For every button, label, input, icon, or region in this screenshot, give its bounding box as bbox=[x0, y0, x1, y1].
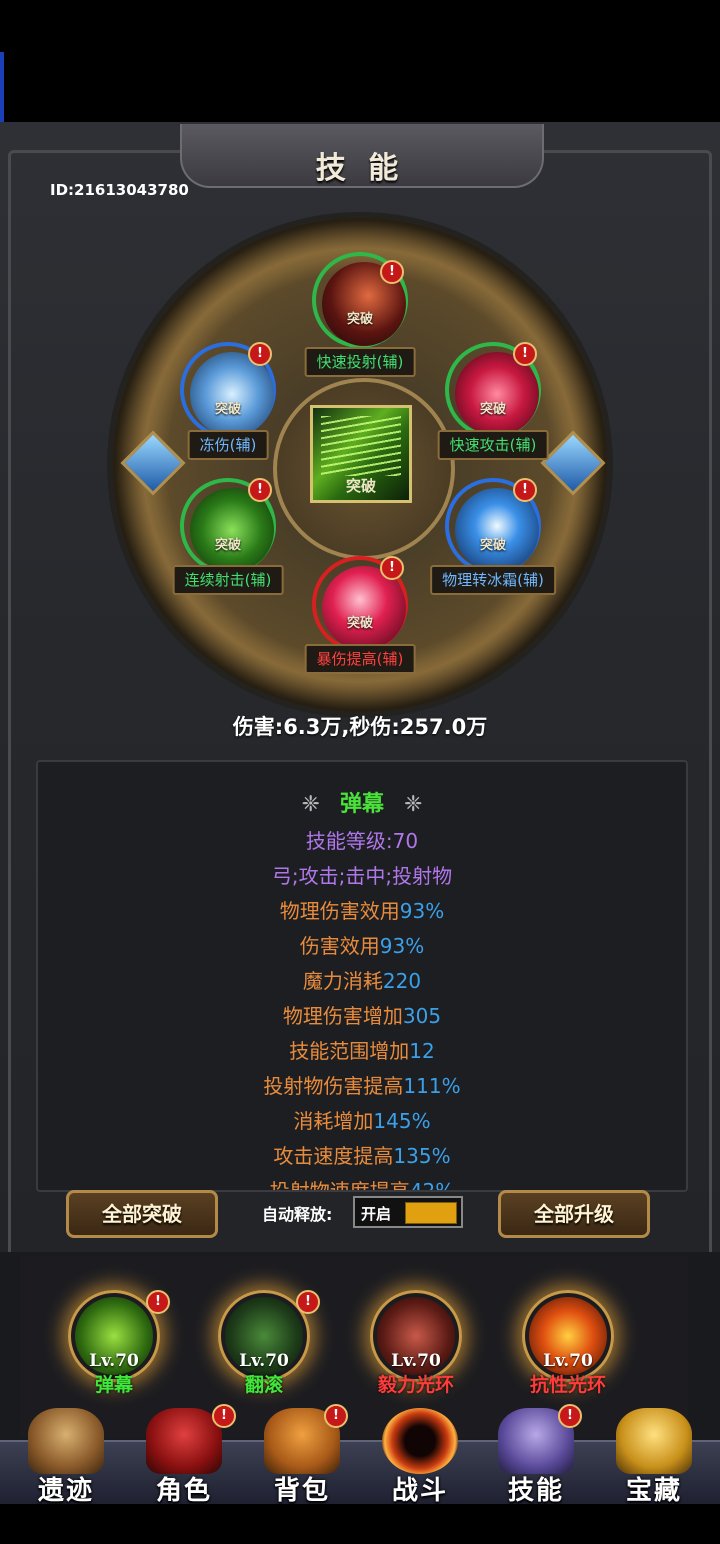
bottom-navigation: 遗迹 角色 ! 背包 ! 战斗 技能 ! 宝藏 bbox=[0, 1400, 720, 1506]
skill-tag: 突破 bbox=[346, 616, 373, 631]
stat-row: 魔力消耗220 bbox=[38, 964, 686, 999]
stat-value: 135% bbox=[393, 1144, 451, 1168]
auto-release-label: 自动释放: bbox=[262, 1205, 333, 1224]
stat-label: 消耗增加 bbox=[293, 1109, 374, 1133]
skill-label-crit-up: 暴伤提高(辅) bbox=[304, 644, 416, 674]
skill-detail-header: ❈ 弹幕 ❈ bbox=[38, 786, 686, 818]
skill-level-badge: Lv.70 bbox=[89, 1351, 139, 1371]
skill-tag: 突破 bbox=[214, 538, 241, 553]
nav-label: 宝藏 bbox=[625, 1476, 682, 1506]
screen-edge bbox=[0, 52, 4, 122]
skill-label-freeze: 冻伤(辅) bbox=[187, 430, 269, 460]
stat-row: 物理伤害增加305 bbox=[38, 999, 686, 1034]
skill-name: 弹幕 bbox=[339, 792, 384, 817]
skill-level-badge: Lv.70 bbox=[239, 1351, 289, 1371]
equipped-skill-name: 弹幕 bbox=[94, 1374, 133, 1396]
stat-label: 投射物速度提高 bbox=[269, 1179, 410, 1192]
skill-tag: 突破 bbox=[479, 538, 506, 553]
stat-row: 技能范围增加12 bbox=[38, 1034, 686, 1069]
stat-row: 消耗增加145% bbox=[38, 1104, 686, 1139]
character-icon bbox=[146, 1408, 222, 1474]
alert-icon: ! bbox=[248, 342, 272, 366]
equipped-skill-name: 翻滚 bbox=[244, 1374, 283, 1396]
nav-item-battle[interactable]: 战斗 bbox=[360, 1400, 480, 1506]
auto-release-state: 开启 bbox=[361, 1205, 392, 1223]
skill-tags: 弓;攻击;击中;投射物 bbox=[271, 864, 453, 888]
ornament-left-icon: ❈ bbox=[301, 792, 320, 817]
alert-icon: ! bbox=[513, 478, 537, 502]
stat-value: 42% bbox=[409, 1179, 455, 1192]
player-id: ID:21613043780 bbox=[50, 181, 189, 199]
alert-icon: ! bbox=[513, 342, 537, 366]
main-skill-tag: 突破 bbox=[345, 477, 376, 495]
stat-value: 145% bbox=[373, 1109, 431, 1133]
equipped-skill-determination-aura[interactable]: Lv.70 bbox=[370, 1290, 462, 1382]
alert-icon: ! bbox=[212, 1404, 236, 1428]
nav-label: 战斗 bbox=[391, 1476, 448, 1506]
stat-row: 投射物伤害提高111% bbox=[38, 1069, 686, 1104]
main-skill-slot[interactable]: 突破 bbox=[310, 405, 412, 503]
alert-icon: ! bbox=[380, 260, 404, 284]
skill-label-chain-shot: 连续射击(辅) bbox=[172, 565, 284, 595]
relic-icon bbox=[28, 1408, 104, 1474]
status-bar-area bbox=[0, 0, 720, 122]
nav-item-relic[interactable]: 遗迹 bbox=[6, 1400, 126, 1506]
skill-label-fast-attack: 快速攻击(辅) bbox=[437, 430, 549, 460]
skill-level-badge: Lv.70 bbox=[391, 1351, 441, 1371]
nav-label: 背包 bbox=[273, 1476, 330, 1506]
auto-release-toggle[interactable]: 开启 bbox=[353, 1196, 463, 1228]
stat-value: 93% bbox=[399, 899, 445, 923]
alert-icon: ! bbox=[146, 1290, 170, 1314]
system-nav-area bbox=[0, 1504, 720, 1544]
stat-label: 物理伤害效用 bbox=[279, 899, 400, 923]
stat-label: 物理伤害增加 bbox=[282, 1004, 403, 1028]
stat-row: 攻击速度提高135% bbox=[38, 1139, 686, 1174]
alert-icon: ! bbox=[248, 478, 272, 502]
alert-icon: ! bbox=[296, 1290, 320, 1314]
stat-label: 魔力消耗 bbox=[302, 969, 383, 993]
ornament-right-icon: ❈ bbox=[404, 792, 423, 817]
arrow-barrage-icon bbox=[321, 416, 401, 476]
nav-label: 角色 bbox=[155, 1476, 212, 1506]
skill-detail-panel[interactable]: ❈ 弹幕 ❈ 技能等级:70 弓;攻击;击中;投射物 物理伤害效用93% 伤害效用9… bbox=[36, 760, 688, 1192]
treasure-icon bbox=[616, 1408, 692, 1474]
stat-row: 伤害效用93% bbox=[38, 929, 686, 964]
stat-label: 攻击速度提高 bbox=[273, 1144, 394, 1168]
stat-label: 伤害效用 bbox=[299, 934, 380, 958]
stat-value: 305 bbox=[402, 1004, 442, 1028]
stat-value: 111% bbox=[403, 1074, 461, 1098]
nav-label: 技能 bbox=[507, 1476, 564, 1506]
skill-stats-list: 技能等级:70 弓;攻击;击中;投射物 物理伤害效用93% 伤害效用93% 魔力… bbox=[38, 824, 686, 1192]
nav-label: 遗迹 bbox=[37, 1476, 94, 1506]
skill-tag: 突破 bbox=[479, 402, 506, 417]
stat-row: 物理伤害效用93% bbox=[38, 894, 686, 929]
skill-tag: 突破 bbox=[346, 312, 373, 327]
alert-icon: ! bbox=[380, 556, 404, 580]
alert-icon: ! bbox=[558, 1404, 582, 1428]
stat-value: 93% bbox=[379, 934, 425, 958]
equipped-skill-name: 抗性光环 bbox=[529, 1374, 606, 1396]
stat-label: 投射物伤害提高 bbox=[263, 1074, 404, 1098]
break-all-button[interactable]: 全部突破 bbox=[66, 1190, 218, 1238]
equipped-skill-name: 毅力光环 bbox=[377, 1374, 454, 1396]
skill-level: 技能等级:70 bbox=[305, 829, 419, 853]
skill-level-badge: Lv.70 bbox=[543, 1351, 593, 1371]
equipped-skill-resist-aura[interactable]: Lv.70 bbox=[522, 1290, 614, 1382]
skill-tag: 突破 bbox=[214, 402, 241, 417]
skill-label-phys-to-frost: 物理转冰霜(辅) bbox=[430, 565, 556, 595]
nav-item-treasure[interactable]: 宝藏 bbox=[594, 1400, 714, 1506]
battle-portal-icon bbox=[382, 1408, 458, 1474]
toggle-knob bbox=[405, 1202, 457, 1224]
alert-icon: ! bbox=[324, 1404, 348, 1428]
stat-value: 12 bbox=[409, 1039, 435, 1063]
stat-label: 技能范围增加 bbox=[289, 1039, 410, 1063]
damage-summary: 伤害:6.3万,秒伤:257.0万 bbox=[232, 715, 488, 739]
skill-label-fast-shot: 快速投射(辅) bbox=[304, 347, 416, 377]
stat-value: 220 bbox=[382, 969, 422, 993]
upgrade-all-button[interactable]: 全部升级 bbox=[498, 1190, 650, 1238]
